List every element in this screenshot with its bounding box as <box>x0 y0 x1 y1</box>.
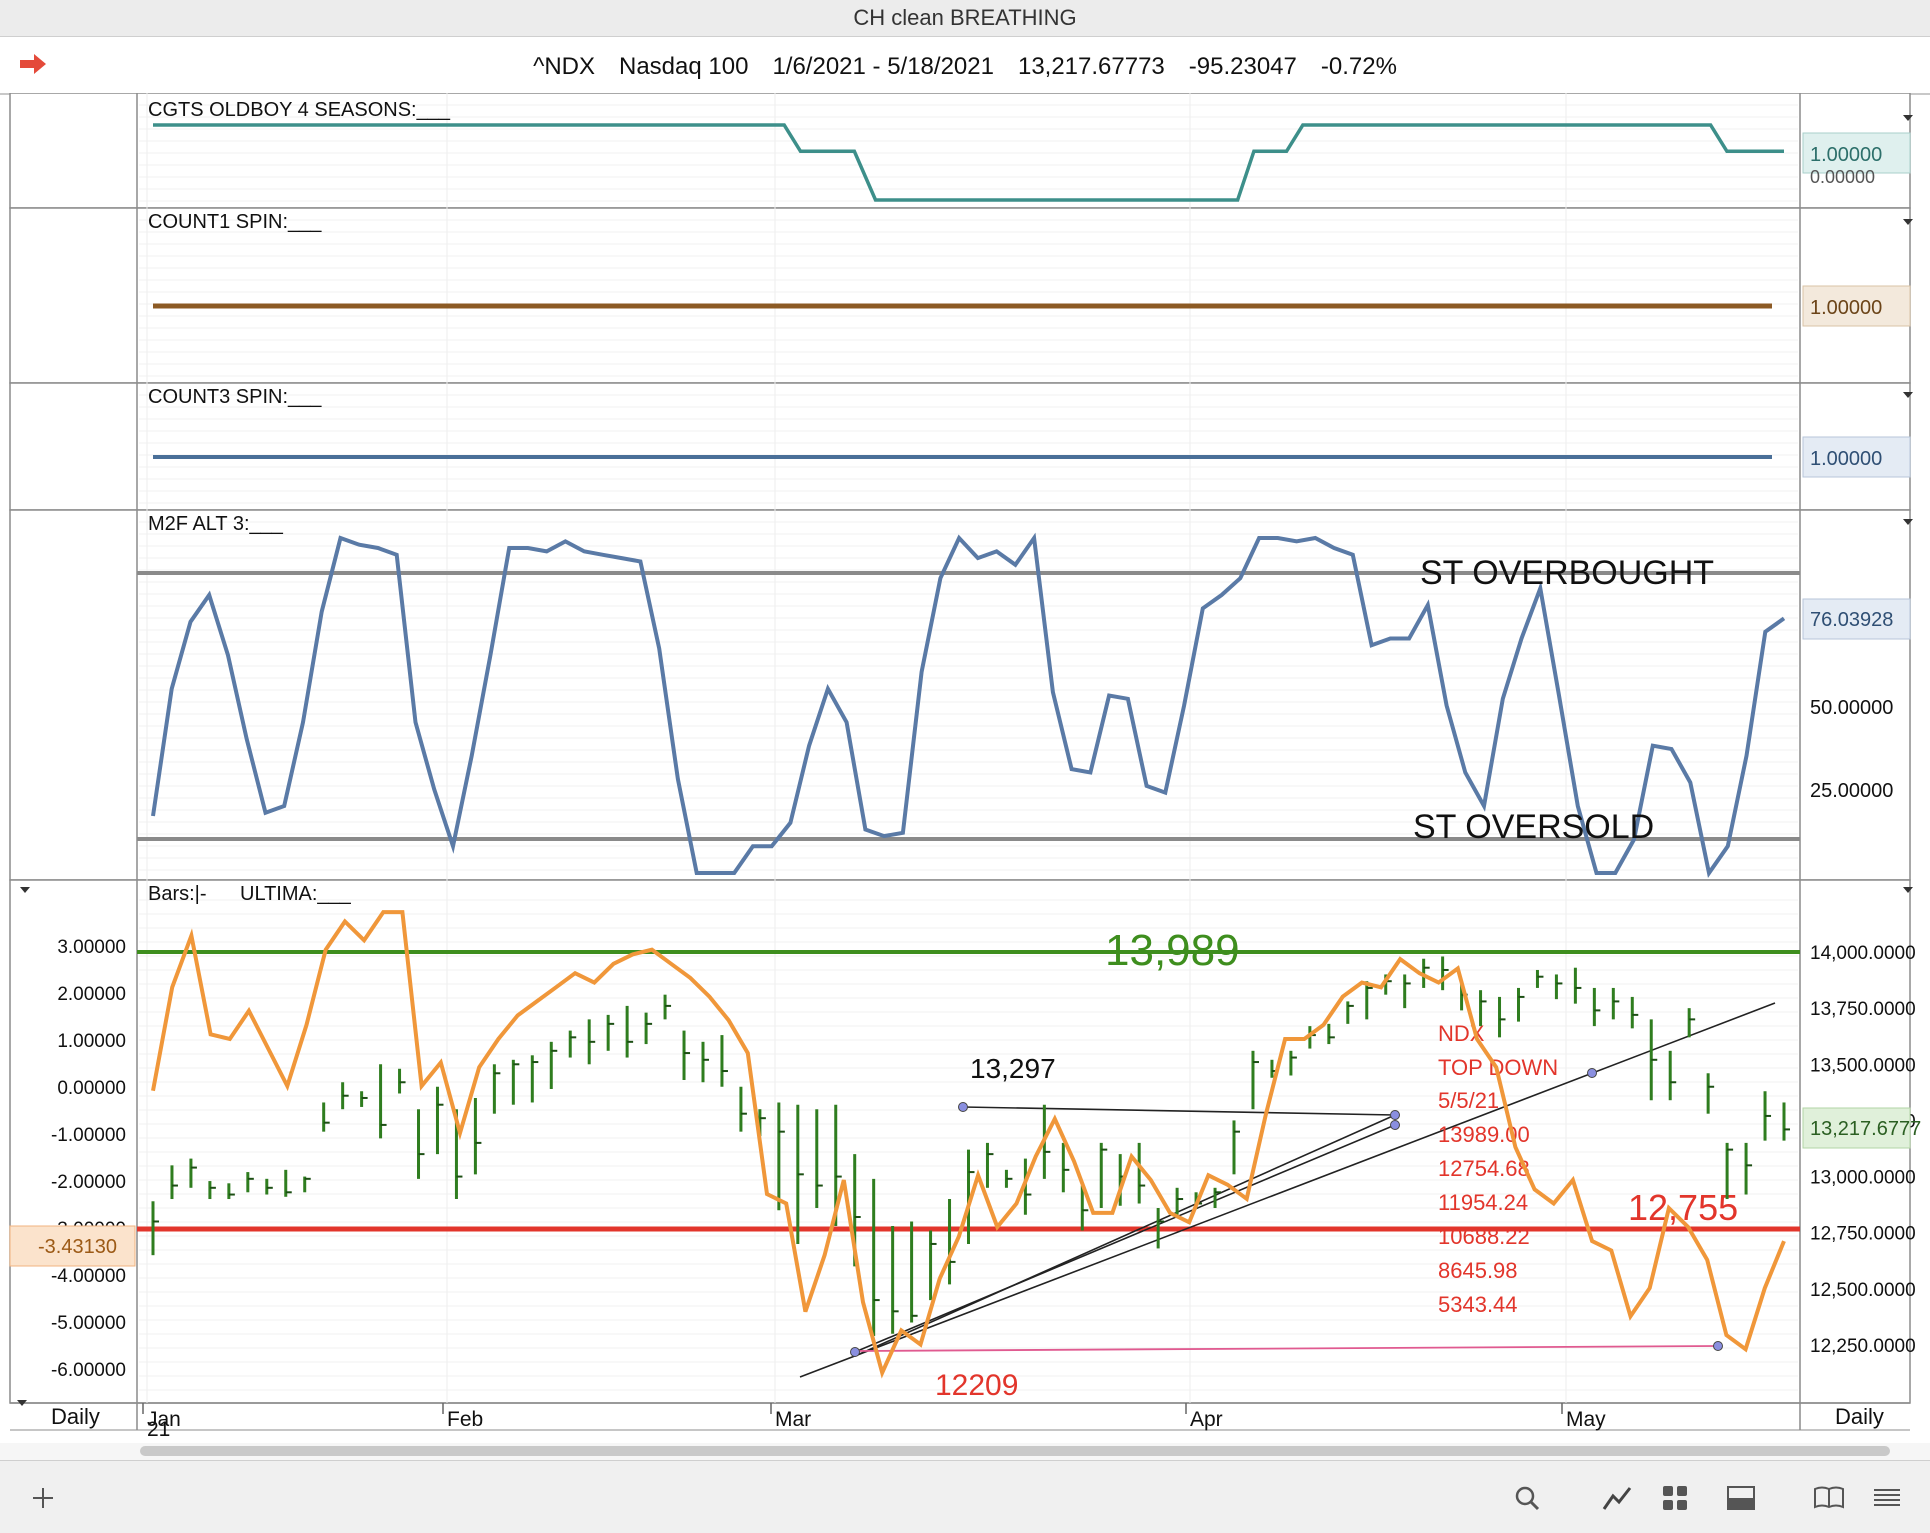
overbought-label: ST OVERBOUGHT <box>1420 554 1714 592</box>
price-value: 13,217.6777 <box>1810 1118 1921 1140</box>
panel2-label: COUNT1 SPIN:___ <box>148 211 322 233</box>
panel4-tick: 50.00000 <box>1810 697 1893 719</box>
right-axis-tick: 12,500.0000 <box>1810 1280 1916 1301</box>
right-axis-tick: 13,000.0000 <box>1810 1168 1916 1189</box>
note-line: 12754.68 <box>1438 1156 1530 1181</box>
annotation-13297: 13,297 <box>970 1053 1056 1084</box>
left-axis-tick: 3.00000 <box>57 937 126 958</box>
search-icon[interactable] <box>1510 1481 1544 1515</box>
note-line: 5/5/21 <box>1438 1088 1499 1113</box>
panel1-value2: 0.00000 <box>1810 167 1875 187</box>
month-label: Feb <box>447 1408 483 1431</box>
panel4-value: 76.03928 <box>1810 609 1893 631</box>
date-range: 1/6/2021 - 5/18/2021 <box>772 53 994 80</box>
panel3-value: 1.00000 <box>1810 448 1882 470</box>
right-axis-tick: 14,000.0000 <box>1810 943 1916 964</box>
panel4-tick: 25.00000 <box>1810 780 1893 802</box>
symbol-info: ^NDX Nasdaq 100 1/6/2021 - 5/18/2021 13,217… <box>0 53 1930 81</box>
right-axis-tick: 13,500.0000 <box>1810 1055 1916 1076</box>
ultima-value: -3.43130 <box>38 1236 117 1258</box>
symbol-info-bar: ^NDX Nasdaq 100 1/6/2021 - 5/18/2021 13,217… <box>0 37 1930 95</box>
last-price: 13,217.67773 <box>1017 53 1165 80</box>
month-label: May <box>1566 1408 1606 1431</box>
grid-icon[interactable] <box>1658 1481 1692 1515</box>
note-line: 10688.22 <box>1438 1224 1530 1249</box>
timeframe-right: Daily <box>1835 1404 1884 1429</box>
left-axis-tick: 0.00000 <box>57 1078 126 1099</box>
note-line: 8645.98 <box>1438 1258 1518 1283</box>
symbol-name: Nasdaq 100 <box>619 53 749 80</box>
month-label: Apr <box>1190 1408 1223 1431</box>
window-title: CH clean BREATHING <box>853 5 1077 30</box>
panel5-bars-label: Bars:|- <box>148 883 207 905</box>
draw-line-icon[interactable] <box>1600 1481 1634 1515</box>
timeframe-left: Daily <box>51 1404 100 1429</box>
note-line: 5343.44 <box>1438 1292 1518 1317</box>
scrollbar-thumb[interactable] <box>140 1446 1890 1456</box>
anchor-dot <box>1587 1068 1597 1078</box>
left-axis-tick: -5.00000 <box>51 1313 126 1334</box>
month-label: Mar <box>775 1408 811 1431</box>
left-axis-tick: -6.00000 <box>51 1360 126 1381</box>
panel1-value: 1.00000 <box>1810 144 1882 166</box>
left-axis-tick: 2.00000 <box>57 984 126 1005</box>
anchor-dot <box>958 1102 968 1112</box>
left-axis-tick: -1.00000 <box>51 1125 126 1146</box>
panel5-ultima-label: ULTIMA:___ <box>240 883 352 905</box>
right-axis-tick: 12,250.0000 <box>1810 1336 1916 1357</box>
right-axis-tick: 12,750.0000 <box>1810 1224 1916 1245</box>
anchor-dot <box>850 1347 860 1357</box>
chart-area[interactable]: CGTS OLDBOY 4 SEASONS:___ COUNT1 SPIN:___… <box>0 93 1930 1443</box>
note-line: 11954.24 <box>1438 1190 1528 1215</box>
anchor-dot <box>1390 1120 1400 1130</box>
year-label: 21 <box>147 1418 170 1441</box>
anchor-dot <box>1713 1341 1723 1351</box>
left-axis-tick: -4.00000 <box>51 1266 126 1287</box>
panel-frame-5 <box>9 879 1911 1404</box>
symbol: ^NDX <box>533 53 595 80</box>
menu-icon[interactable] <box>1870 1481 1904 1515</box>
left-axis-tick: 1.00000 <box>57 1031 126 1052</box>
bottom-toolbar <box>0 1460 1930 1533</box>
panel1-label: CGTS OLDBOY 4 SEASONS:___ <box>148 99 451 121</box>
percent-change: -0.72% <box>1320 53 1397 80</box>
window-layout-icon[interactable] <box>1724 1481 1758 1515</box>
window-title-bar: CH clean BREATHING <box>0 0 1930 37</box>
panel3-label: COUNT3 SPIN:___ <box>148 386 322 408</box>
level-13989-label: 13,989 <box>1105 926 1240 975</box>
horizontal-scrollbar[interactable] <box>0 1443 1930 1460</box>
anchor-dot <box>1390 1110 1400 1120</box>
book-icon[interactable] <box>1812 1481 1846 1515</box>
plus-icon[interactable] <box>26 1481 60 1515</box>
panel-frame-2 <box>9 207 1911 384</box>
panel4-label: M2F ALT 3:___ <box>148 513 284 535</box>
panel2-value: 1.00000 <box>1810 297 1882 319</box>
left-axis-tick: -2.00000 <box>51 1172 126 1193</box>
right-axis-tick: 13,750.0000 <box>1810 999 1916 1020</box>
price-change: -95.23047 <box>1188 53 1297 80</box>
oversold-label: ST OVERSOLD <box>1413 808 1654 846</box>
annotation-12209: 12209 <box>935 1369 1018 1402</box>
